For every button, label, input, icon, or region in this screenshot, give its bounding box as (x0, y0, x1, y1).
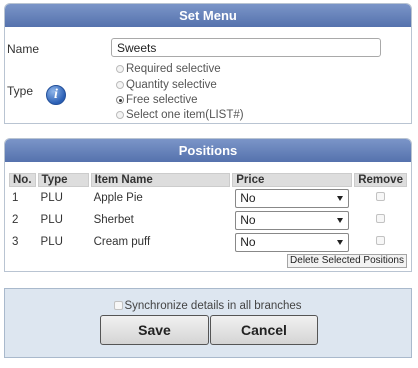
radio-required[interactable] (116, 65, 124, 73)
radio-quantity[interactable] (116, 81, 124, 89)
set-menu-header: Set Menu (5, 4, 411, 27)
chevron-down-icon (337, 239, 344, 245)
price-value: No (240, 190, 256, 205)
radio-select-one[interactable] (116, 111, 124, 119)
actions-panel: Synchronize details in all branches Save… (4, 288, 412, 358)
type-option-label: Free selective (126, 94, 198, 106)
table-header-row: No. Type Item Name Price Remove (9, 173, 407, 187)
remove-checkbox[interactable] (376, 214, 386, 223)
price-select[interactable]: No (235, 188, 350, 208)
delete-selected-positions-button[interactable]: Delete Selected Positions (287, 254, 407, 268)
positions-header: Positions (5, 139, 411, 162)
save-button[interactable]: Save (100, 315, 209, 345)
row-no: 3 (12, 236, 19, 248)
chevron-down-icon (337, 195, 344, 201)
row-item-name: Apple Pie (93, 192, 143, 204)
price-value: No (240, 234, 256, 249)
positions-table: No. Type Item Name Price Remove 1 PLU Ap… (7, 173, 409, 253)
remove-checkbox[interactable] (376, 192, 386, 201)
remove-checkbox[interactable] (376, 236, 386, 245)
type-option-free[interactable]: Free selective (116, 93, 198, 107)
col-item-name: Item Name (90, 173, 231, 187)
radio-free[interactable] (116, 96, 124, 104)
type-option-label: Quantity selective (126, 79, 217, 91)
price-select[interactable]: No (235, 210, 350, 230)
row-no: 1 (12, 192, 19, 204)
col-no: No. (9, 173, 36, 187)
info-icon[interactable]: i (46, 85, 66, 105)
price-select[interactable]: No (235, 232, 350, 252)
row-no: 2 (12, 214, 19, 226)
sync-checkbox[interactable] (114, 301, 124, 310)
row-item-name: Sherbet (93, 214, 134, 226)
sync-option[interactable]: Synchronize details in all branches (5, 300, 411, 312)
price-value: No (240, 212, 256, 227)
name-label: Name (7, 42, 40, 56)
positions-panel: Positions No. Type Item Name Price Remov… (4, 138, 412, 272)
type-label: Type (7, 84, 34, 98)
cancel-button[interactable]: Cancel (210, 315, 318, 345)
row-item-name: Cream puff (93, 236, 151, 248)
table-row: 2 PLU Sherbet No (9, 209, 407, 231)
col-price: Price (232, 173, 353, 187)
table-row: 1 PLU Apple Pie No (9, 187, 407, 209)
set-menu-panel: Set Menu Name Type i Required selective … (4, 3, 412, 124)
type-option-quantity[interactable]: Quantity selective (116, 78, 217, 92)
row-type: PLU (40, 192, 63, 204)
col-remove: Remove (354, 173, 407, 187)
table-row: 3 PLU Cream puff No (9, 231, 407, 253)
row-type: PLU (40, 236, 63, 248)
type-option-required[interactable]: Required selective (116, 62, 221, 76)
col-type: Type (37, 173, 89, 187)
type-option-label: Select one item(LIST#) (126, 109, 244, 121)
name-input[interactable] (111, 38, 381, 57)
chevron-down-icon (337, 217, 344, 223)
type-option-select-one[interactable]: Select one item(LIST#) (116, 108, 244, 122)
sync-label: Synchronize details in all branches (124, 300, 302, 312)
row-type: PLU (40, 214, 63, 226)
type-option-label: Required selective (126, 63, 221, 75)
